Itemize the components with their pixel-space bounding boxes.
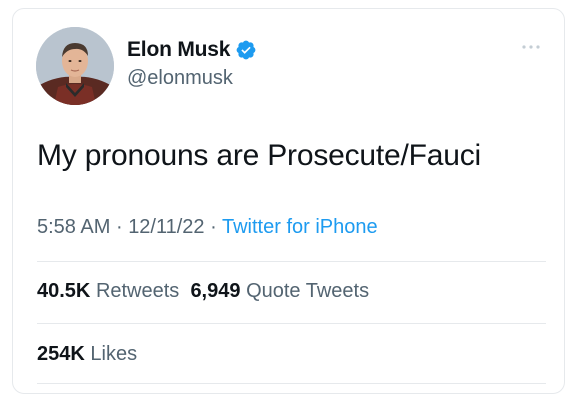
tweet-card: Elon Musk @elonmusk My pronouns are Pros… (12, 8, 565, 394)
divider (37, 383, 546, 384)
tweet-date[interactable]: 12/11/22 (128, 216, 204, 238)
author-handle[interactable]: @elonmusk (127, 67, 233, 90)
verified-badge-icon (236, 40, 256, 60)
meta-separator: · (210, 216, 217, 238)
tweet-meta: 5:58 AM · 12/11/22 · Twitter for iPhone (37, 216, 378, 239)
divider (37, 323, 546, 324)
author-name[interactable]: Elon Musk (127, 38, 230, 62)
likes-label: Likes (90, 343, 138, 365)
tweet-time[interactable]: 5:58 AM (37, 216, 110, 238)
retweets-stat[interactable]: 40.5K Retweets (37, 280, 179, 302)
divider (37, 261, 546, 262)
more-options-icon[interactable] (520, 41, 542, 53)
quote-tweets-stat[interactable]: 6,949 Quote Tweets (190, 280, 369, 302)
likes-count: 254K (37, 343, 85, 365)
retweets-label: Retweets (95, 280, 180, 302)
tweet-source-link[interactable]: Twitter for iPhone (222, 216, 378, 238)
engagement-stats: 40.5K Retweets 6,949 Quote Tweets (37, 280, 369, 303)
quote-tweets-label: Quote Tweets (246, 280, 370, 302)
quote-tweets-count: 6,949 (190, 280, 241, 302)
meta-separator: · (115, 216, 123, 238)
retweets-count: 40.5K (37, 280, 91, 302)
likes-stat[interactable]: 254K Likes (37, 343, 137, 366)
tweet-text: My pronouns are Prosecute/Fauci (37, 139, 482, 172)
avatar[interactable] (36, 27, 114, 105)
author-name-row: Elon Musk (127, 38, 257, 62)
